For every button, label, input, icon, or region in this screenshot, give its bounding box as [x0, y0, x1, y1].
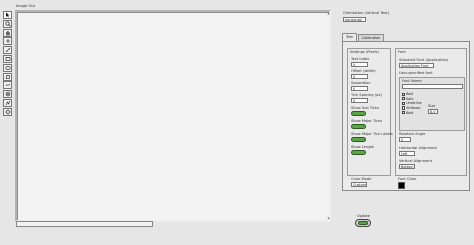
image-vertical-scrollbar[interactable]	[327, 12, 330, 220]
text-tab-panel: Settings (Pixels) Text Index 0 Offset (w…	[342, 41, 470, 191]
show-major-tick-labels-toggle[interactable]	[351, 137, 366, 142]
orientation-label: Orientation (Vertical Text)	[343, 11, 390, 15]
strikeout-check-label: Strikeout	[406, 106, 421, 111]
font-style-checks: Bold Italic Underline Strikeout Bold	[402, 92, 422, 115]
polygon-tool[interactable]	[3, 72, 12, 81]
image-display[interactable]	[15, 10, 331, 222]
pan-hand-icon	[5, 30, 10, 36]
text-index-field[interactable]: 0	[351, 62, 368, 67]
size-label: Size	[428, 104, 436, 108]
size-field[interactable]: 8.0	[428, 109, 438, 114]
offset-label: Offset (width)	[351, 69, 376, 73]
update-label: Update	[357, 214, 371, 218]
bold-check-2-label: Bold	[406, 110, 414, 115]
update-led-icon	[358, 221, 368, 225]
select-arrow-tool[interactable]	[3, 11, 12, 19]
offset-field[interactable]: 0	[351, 74, 368, 79]
font-color-label: Font Color	[398, 177, 417, 181]
line-icon	[5, 47, 10, 53]
show-major-ticks-label: Show Major Ticks	[351, 119, 382, 123]
settings-group: Settings (Pixels) Text Index 0 Offset (w…	[347, 48, 393, 176]
show-length-label: Show Length	[351, 145, 375, 149]
bold-check-2[interactable]: Bold	[402, 110, 422, 115]
typeface-label: Standard Font (Application)	[399, 58, 449, 62]
font-title: Font	[398, 50, 406, 54]
rectangle-tool[interactable]	[3, 54, 12, 63]
halign-label: Horizontal Alignment	[399, 146, 437, 150]
image-info-bar	[16, 221, 153, 227]
bold-check-label: Bold	[406, 92, 414, 97]
scroll-up-arrow-icon[interactable]	[327, 12, 330, 15]
select-arrow-icon	[5, 12, 9, 18]
color-mode-label: Color Mode	[351, 177, 372, 181]
point-icon	[5, 39, 10, 44]
tab-text[interactable]: Text	[342, 33, 357, 41]
separation-label: Separation	[351, 81, 371, 85]
text-index-label: Text Index	[351, 57, 370, 61]
polygon-icon	[5, 74, 10, 79]
separation-field[interactable]: 0	[351, 86, 368, 91]
annulus-icon	[5, 91, 10, 97]
underline-check-label: Underline	[406, 101, 422, 106]
show-sub-ticks-toggle[interactable]	[351, 111, 366, 116]
halign-select[interactable]: Left	[399, 151, 415, 156]
line-tool[interactable]	[3, 46, 12, 55]
user-font-box: Font Name Bold Italic Underline Strikeou…	[399, 77, 465, 131]
rotated-rect-icon	[4, 109, 11, 115]
show-length-toggle[interactable]	[351, 150, 366, 155]
italic-check-label: Italic	[406, 96, 414, 101]
rotation-field[interactable]: 0	[399, 137, 411, 142]
settings-tabs: Text Calibration	[342, 33, 385, 41]
font-name-label: Font Name	[402, 79, 422, 83]
valign-label: Vertical Alignment	[399, 159, 433, 163]
orientation-select[interactable]: horizontal	[343, 17, 366, 22]
tick-spacing-field[interactable]: 0	[351, 98, 368, 103]
broken-line-icon	[5, 100, 10, 106]
user-font-label: User-specified font	[399, 71, 433, 75]
rotation-label: Rotation Angle	[399, 132, 426, 136]
font-name-field[interactable]	[402, 84, 463, 89]
pan-tool[interactable]	[3, 28, 12, 37]
point-tool[interactable]	[3, 37, 12, 46]
oval-icon	[4, 65, 11, 70]
tick-spacing-label: Tick Spacing (px)	[351, 93, 382, 97]
rectangle-icon	[5, 57, 10, 61]
tab-calibration[interactable]: Calibration	[357, 34, 385, 41]
broken-line-tool[interactable]	[3, 98, 12, 107]
typeface-select[interactable]: Application Font	[399, 63, 434, 68]
zoom-tool[interactable]	[3, 19, 12, 28]
annulus-tool[interactable]	[3, 90, 12, 99]
color-mode-select[interactable]: Custom	[351, 182, 367, 187]
valign-select[interactable]: Bottom	[399, 164, 415, 169]
oval-tool[interactable]	[3, 63, 12, 72]
roi-tool-palette	[3, 11, 13, 116]
scroll-down-arrow-icon[interactable]	[327, 217, 330, 220]
show-sub-ticks-label: Show Sub Ticks	[351, 106, 379, 110]
image-out-label: Image Out	[16, 4, 35, 8]
settings-title: Settings (Pixels)	[350, 50, 379, 54]
update-button[interactable]	[355, 219, 371, 227]
zoom-icon	[4, 21, 11, 27]
font-color-swatch[interactable]	[398, 182, 405, 189]
freehand-tool[interactable]	[3, 81, 12, 90]
rotated-rect-tool[interactable]	[3, 107, 12, 116]
show-major-tick-labels-label: Show Major Tick Labels	[351, 132, 393, 136]
freehand-icon	[5, 84, 10, 87]
show-major-ticks-toggle[interactable]	[351, 124, 366, 129]
font-group: Font Standard Font (Application) Applica…	[395, 48, 467, 176]
